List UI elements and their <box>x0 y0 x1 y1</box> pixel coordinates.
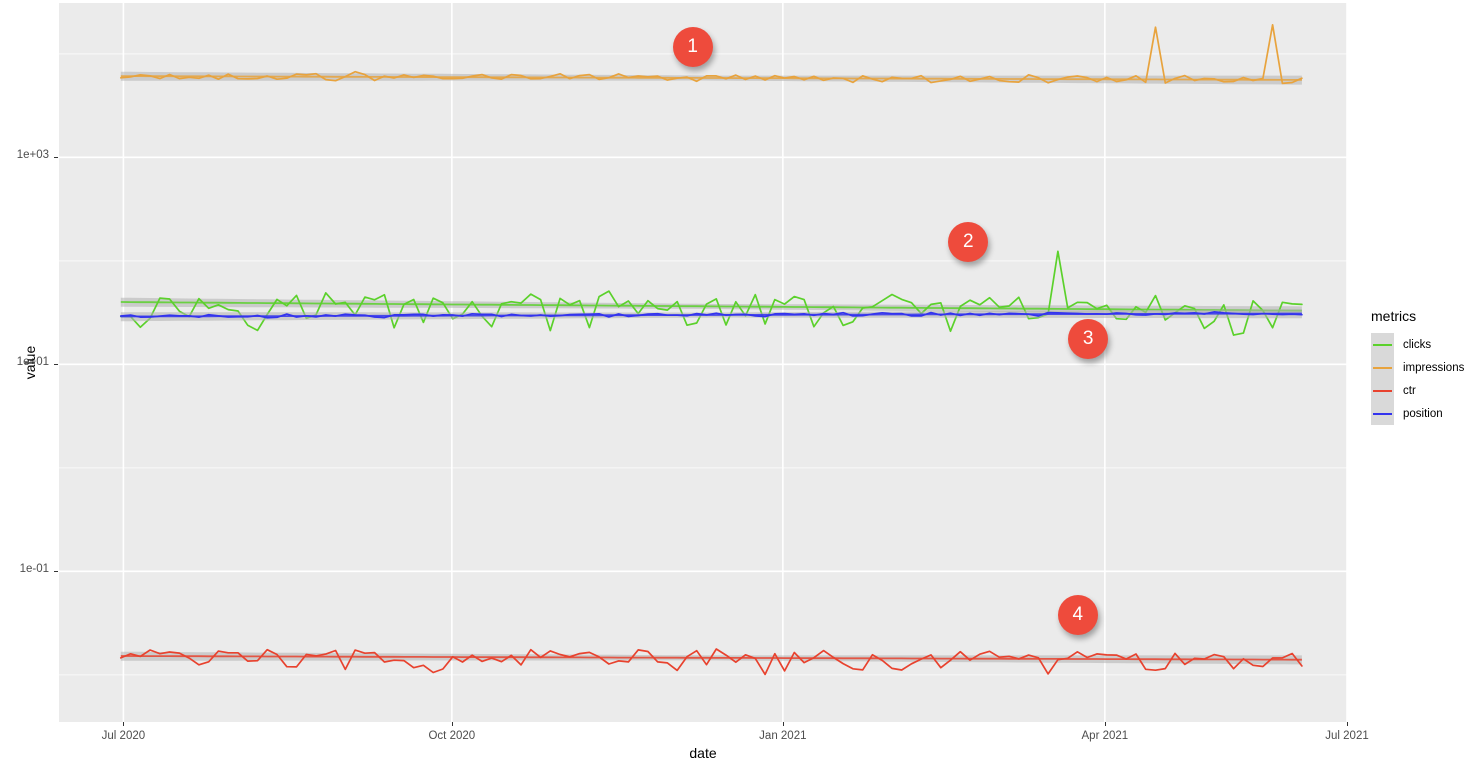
legend-label: position <box>1403 407 1443 420</box>
legend-rows: clicks impressions ctr position <box>1371 333 1471 425</box>
legend-title: metrics <box>1371 308 1417 324</box>
annotation-marker-1[interactable]: 1 <box>672 27 713 67</box>
legend-item-position[interactable]: position <box>1371 402 1471 425</box>
plot-panel <box>59 3 1347 722</box>
x-tick-mark <box>1347 722 1348 726</box>
plot-svg <box>59 3 1347 722</box>
x-tick-label: Jul 2020 <box>101 730 146 742</box>
y-tick-mark <box>54 571 58 573</box>
annotation-marker-2[interactable]: 2 <box>948 222 989 262</box>
annotation-marker-3[interactable]: 3 <box>1068 319 1109 359</box>
x-tick-mark <box>782 722 784 726</box>
y-axis-title: value <box>22 345 38 380</box>
legend-label: ctr <box>1403 384 1416 397</box>
x-tick-mark <box>451 722 453 726</box>
chart-container: 1e+03 1e+01 1e-01 Jul 2020 Oct 2020 Jan 2021… <box>0 0 1471 763</box>
legend-label: impressions <box>1403 361 1465 374</box>
legend-item-clicks[interactable]: clicks <box>1371 333 1471 356</box>
annotation-marker-4[interactable]: 4 <box>1057 595 1098 635</box>
legend-key-clicks <box>1371 333 1394 356</box>
legend-label: clicks <box>1403 338 1432 351</box>
x-tick-label: Jan 2021 <box>759 730 807 742</box>
x-tick-label: Oct 2020 <box>428 730 476 742</box>
legend-item-ctr[interactable]: ctr <box>1371 379 1471 402</box>
y-tick-mark <box>54 157 58 159</box>
legend-key-ctr <box>1371 379 1394 402</box>
legend-item-impressions[interactable]: impressions <box>1371 356 1471 379</box>
x-tick-mark <box>1104 722 1106 726</box>
legend: metrics clicks impressions ctr position <box>1371 308 1471 425</box>
y-tick-mark <box>54 364 58 366</box>
x-tick-label: Jul 2021 <box>1325 730 1369 742</box>
x-axis-title: date <box>689 745 717 761</box>
legend-key-position <box>1371 402 1394 425</box>
x-tick-label: Apr 2021 <box>1081 730 1129 742</box>
x-tick-mark <box>123 722 125 726</box>
legend-key-impressions <box>1371 356 1394 379</box>
